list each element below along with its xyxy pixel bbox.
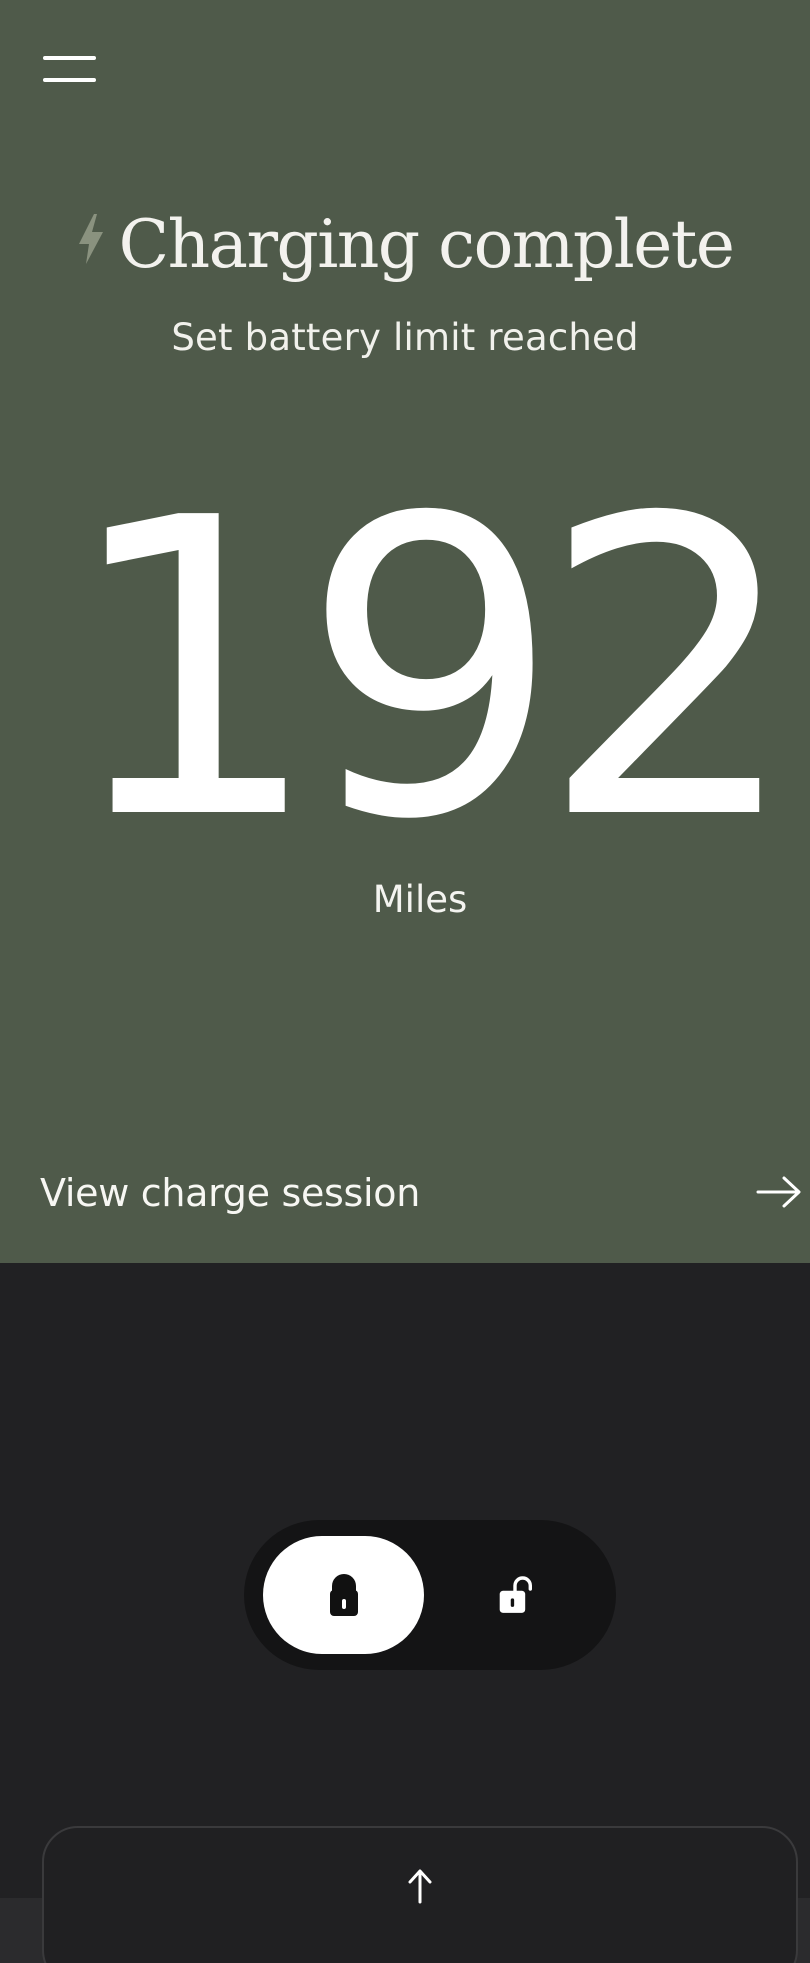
controls-drawer-handle[interactable] [42, 1826, 798, 1963]
lock-toggle [244, 1520, 616, 1670]
lock-icon [329, 1574, 358, 1616]
charging-status-subtitle: Set battery limit reached [171, 316, 639, 359]
vehicle-status-screen: Charging complete Set battery limit reac… [0, 0, 810, 1963]
menu-bar-bottom [43, 78, 96, 82]
view-charge-session-link[interactable]: View charge session [0, 1150, 810, 1236]
range-value: 192 [61, 431, 801, 909]
lightning-bolt-icon [78, 214, 103, 264]
unlock-icon [499, 1576, 532, 1613]
arrow-right-icon [756, 1176, 801, 1208]
menu-bar-top [43, 56, 96, 60]
charging-status-header: Charging complete [0, 198, 810, 290]
charging-status-title: Charging complete [118, 205, 735, 283]
charging-status-panel: Charging complete Set battery limit reac… [0, 0, 810, 1263]
arrow-up-icon [408, 1869, 432, 1904]
menu-button[interactable] [38, 50, 102, 90]
view-charge-session-label: View charge session [40, 1171, 421, 1215]
lock-button[interactable] [263, 1536, 424, 1654]
unlock-button[interactable] [434, 1536, 595, 1654]
range-unit: Miles [372, 878, 468, 921]
